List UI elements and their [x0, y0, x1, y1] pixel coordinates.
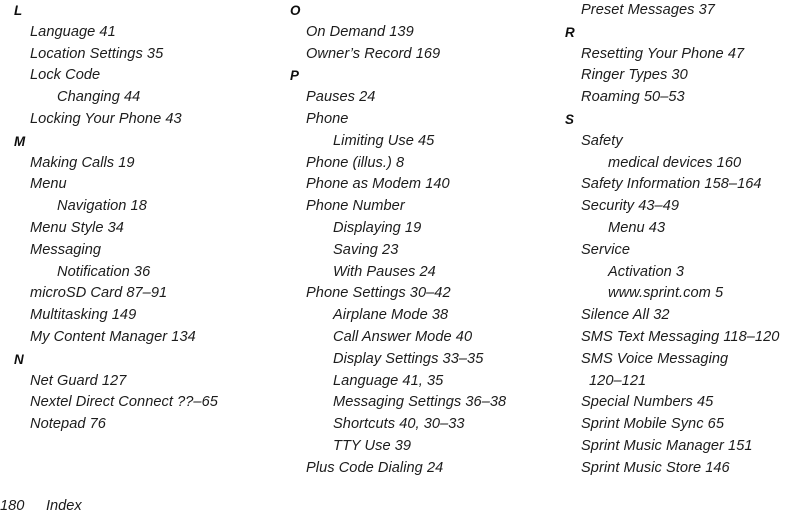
index-entry: On Demand 139: [306, 23, 414, 40]
index-entry: Menu: [30, 176, 67, 193]
index-column-1: L Language 41 Location Settings 35 Lock Cod…: [0, 0, 280, 470]
index-entry: Nextel Direct Connect ??–65: [30, 394, 218, 411]
index-subentry: Limiting Use 45: [333, 132, 435, 149]
index-entry: SMS Voice Messaging: [581, 350, 729, 367]
index-subentry: Messaging Settings 36–38: [333, 394, 507, 411]
index-subentry: Saving 23: [333, 241, 399, 258]
index-page: L Language 41 Location Settings 35 Lock Cod…: [0, 0, 812, 519]
index-letter-heading: O: [290, 3, 301, 18]
index-subentry: With Pauses 24: [333, 263, 436, 280]
index-entry: Special Numbers 45: [581, 394, 714, 411]
index-entry: Owner’s Record 169: [306, 45, 441, 62]
index-subentry: Language 41, 35: [333, 372, 444, 389]
index-subentry: Menu 43: [608, 219, 666, 236]
index-entry: Multitasking 149: [30, 307, 137, 324]
index-subentry: Airplane Mode 38: [333, 307, 449, 324]
index-subentry: www.sprint.com 5: [608, 285, 724, 302]
index-letter-heading: N: [14, 351, 24, 367]
index-entry: Service: [581, 241, 631, 258]
index-entry: Locking Your Phone 43: [30, 110, 182, 127]
index-entry: Phone: [306, 110, 349, 127]
index-entry: Resetting Your Phone 47: [581, 45, 745, 62]
index-entry: Roaming 50–53: [581, 89, 685, 106]
index-entry: Phone Settings 30–42: [306, 285, 451, 302]
index-subentry: Displaying 19: [333, 219, 422, 236]
index-entry: Safety: [581, 132, 623, 149]
index-entry: Making Calls 19: [30, 154, 135, 171]
index-entry-continuation: 120–121: [589, 372, 647, 389]
index-entry: Location Settings 35: [30, 45, 164, 62]
index-subentry: Notification 36: [57, 263, 151, 280]
index-entry-list-3: Preset Messages 37 R Resetting Your Phone …: [565, 0, 812, 480]
index-entry: Sprint Music Store 146: [581, 459, 730, 476]
index-entry: Preset Messages 37: [581, 2, 715, 18]
index-letter-heading: L: [14, 3, 23, 18]
index-entry: Ringer Types 30: [581, 67, 688, 84]
index-columns: L Language 41 Location Settings 35 Lock Cod…: [0, 0, 812, 476]
index-entry-list-2: O On Demand 139 Owner’s Record 169 P Pauses …: [290, 0, 560, 480]
index-entry: Lock Code: [30, 67, 101, 84]
index-entry: Pauses 24: [306, 89, 376, 106]
index-subentry: Display Settings 33–35: [333, 350, 484, 367]
index-letter-heading: S: [565, 111, 575, 127]
index-column-3: Preset Messages 37 R Resetting Your Phone …: [560, 0, 812, 476]
index-entry: SMS Text Messaging 118–120: [581, 328, 780, 345]
index-subentry: TTY Use 39: [333, 437, 412, 454]
page-number: 180: [0, 498, 25, 514]
index-subentry: Navigation 18: [57, 198, 147, 215]
index-entry: microSD Card 87–91: [30, 285, 168, 302]
index-entry: Plus Code Dialing 24: [306, 459, 444, 476]
index-entry: Messaging: [30, 241, 102, 258]
index-entry: Notepad 76: [30, 416, 106, 433]
index-subentry: medical devices 160: [608, 154, 742, 171]
index-entry: Language 41: [30, 23, 116, 40]
index-subentry: Call Answer Mode 40: [333, 328, 473, 345]
index-entry: My Content Manager 134: [30, 328, 196, 345]
index-column-2: O On Demand 139 Owner’s Record 169 P Pauses …: [280, 0, 560, 476]
index-letter-heading: R: [565, 24, 575, 40]
index-letter-heading: M: [14, 133, 26, 149]
index-entry: Phone as Modem 140: [306, 176, 450, 193]
index-entry: Menu Style 34: [30, 219, 124, 236]
page-section-label: Index: [46, 498, 82, 514]
index-entry: Sprint Music Manager 151: [581, 437, 753, 454]
index-subentry: Shortcuts 40, 30–33: [333, 416, 465, 433]
index-entry: Safety Information 158–164: [581, 176, 762, 193]
index-letter-heading: P: [290, 68, 300, 84]
index-entry: Silence All 32: [581, 307, 670, 324]
index-entry: Security 43–49: [581, 198, 680, 215]
index-entry-list-1: L Language 41 Location Settings 35 Lock Cod…: [14, 0, 280, 436]
index-entry: Phone (illus.) 8: [306, 154, 405, 171]
page-footer: 180 Index: [0, 496, 812, 519]
index-subentry: Activation 3: [608, 263, 685, 280]
index-entry: Sprint Mobile Sync 65: [581, 416, 725, 433]
index-entry: Phone Number: [306, 198, 405, 215]
index-subentry: Changing 44: [57, 89, 141, 106]
index-entry: Net Guard 127: [30, 372, 127, 389]
